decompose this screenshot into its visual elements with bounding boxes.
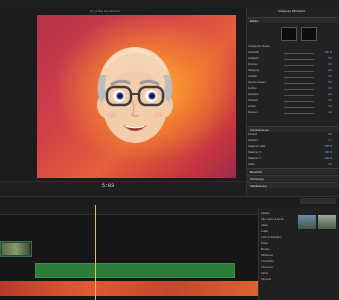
inspector-row[interactable]: Hauttöne 0.0	[248, 93, 336, 97]
browser-item[interactable]: Alle Video & Audio	[261, 217, 284, 221]
inspector-row[interactable]: Schatten 0.0	[248, 99, 336, 103]
browser-item[interactable]: Effekte	[261, 211, 270, 215]
inspector-row[interactable]: Mischen 1.0	[248, 111, 336, 115]
transform-row[interactable]: Anker 0 0	[248, 163, 336, 167]
browser-item[interactable]: Modus	[261, 247, 269, 251]
browser-search-field[interactable]	[300, 198, 336, 204]
transform-row[interactable]: Rotation 0 °	[248, 139, 336, 143]
effect-thumbnail-2[interactable]	[318, 215, 336, 229]
browser-item[interactable]: Matte	[261, 241, 268, 245]
inspector-row[interactable]: Weiche Kanten 0.0	[248, 81, 336, 85]
inspector-row[interactable]: Kontrast 0.0	[248, 63, 336, 67]
inspector-row: Intelligenter Modus	[248, 45, 270, 48]
timecode-display: 5:03	[102, 183, 115, 189]
mask-thumbnail-2[interactable]	[301, 27, 317, 41]
section-crop[interactable]: Beschnitt	[247, 168, 338, 174]
transform-row[interactable]: Skalieren Y 100 %	[248, 157, 336, 161]
browser-item[interactable]: Licht & Schatten	[261, 235, 281, 239]
browser-item[interactable]: Verzerren	[261, 265, 273, 269]
clip-filmstrip	[0, 281, 258, 296]
browser-item[interactable]: Farbe	[261, 271, 268, 275]
browser-item[interactable]: Video	[261, 223, 268, 227]
timeline-clip-green[interactable]	[35, 263, 235, 278]
section-transform[interactable]: Transformieren	[247, 126, 338, 132]
browser-item[interactable]: Unschärfe	[261, 259, 274, 263]
transform-row[interactable]: Skalieren (alle) 100 %	[248, 145, 336, 149]
section-stabilization[interactable]: Stabilisierung	[247, 182, 338, 188]
viewer-clip-title: A7_6 Bas wie Abhören	[90, 9, 121, 13]
effect-thumbnail-1[interactable]	[298, 215, 316, 229]
inspector-header-title: Intelligenter Bild-Modus	[278, 10, 306, 13]
timeline-clip-primary[interactable]	[0, 281, 258, 296]
transform-row[interactable]: Skalieren X 100 %	[248, 151, 336, 155]
section-distort[interactable]: Verzerrung	[247, 175, 338, 181]
clip-thumbnail	[2, 243, 31, 255]
inspector-row[interactable]: Lichter 0.0	[248, 105, 336, 109]
inspector-row[interactable]: Sättigung 0.0	[248, 69, 336, 73]
inspector-row[interactable]: Deckkraft 100 %	[248, 51, 336, 55]
timeline-clip-connected[interactable]	[0, 241, 32, 257]
video-frame[interactable]	[37, 15, 236, 178]
playhead[interactable]	[95, 205, 96, 300]
inspector-row[interactable]: Helligkeit 0.0	[248, 57, 336, 61]
section-effects[interactable]: Effekte	[247, 17, 338, 23]
browser-item[interactable]: Vignette	[261, 277, 271, 281]
browser-item[interactable]: Audio	[261, 229, 268, 233]
avatar-face-image	[97, 47, 173, 143]
viewer-controls	[0, 181, 246, 196]
timeline-ruler[interactable]	[0, 208, 258, 215]
mask-thumbnail-1[interactable]	[281, 27, 297, 41]
transform-row[interactable]: Position 0 0	[248, 133, 336, 137]
inspector-row[interactable]: Farbton 0.0	[248, 87, 336, 91]
browser-item[interactable]: Stilisieren	[261, 253, 273, 257]
inspector-row[interactable]: Schärfe 0.0	[248, 75, 336, 79]
